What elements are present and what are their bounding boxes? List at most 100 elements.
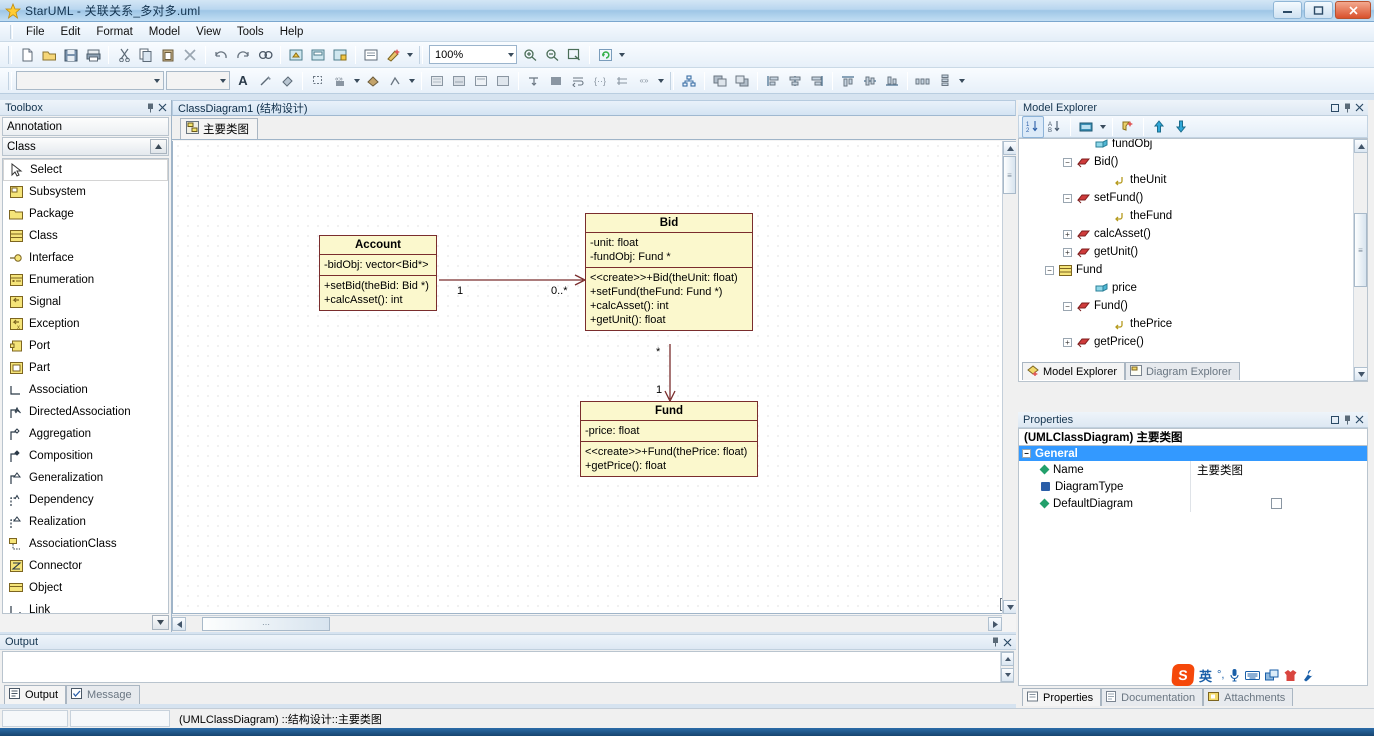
close-icon[interactable]: [156, 102, 168, 114]
scroll-up-icon[interactable]: [150, 139, 167, 154]
tree-node[interactable]: −Fund: [1019, 261, 1353, 279]
menu-item-file[interactable]: File: [18, 24, 53, 40]
bring-to-front-icon[interactable]: [709, 70, 731, 92]
space-vertically-icon[interactable]: [934, 70, 956, 92]
output-text-area[interactable]: [2, 651, 1014, 683]
font-color-icon[interactable]: A: [232, 70, 254, 92]
properties-group-general[interactable]: − General: [1019, 446, 1367, 461]
collapse-icon[interactable]: −: [1063, 302, 1072, 311]
toolbox-item-list[interactable]: SelectSubsystemPackageClassInterfaceEnum…: [2, 158, 169, 614]
tree-node[interactable]: −Bid(): [1019, 153, 1353, 171]
toolbox-item-port[interactable]: Port: [3, 335, 168, 357]
uml-class-bid[interactable]: Bid -unit: float -fundObj: Fund * <<crea…: [585, 213, 753, 331]
scroll-down-icon[interactable]: [1003, 600, 1017, 614]
expand-icon[interactable]: +: [1063, 248, 1072, 257]
toolbox-item-part[interactable]: Part: [3, 357, 168, 379]
sort-by-name-icon[interactable]: AB: [1044, 116, 1066, 138]
menu-item-help[interactable]: Help: [272, 24, 312, 40]
toolbox-item-class[interactable]: Class: [3, 225, 168, 247]
tree-node[interactable]: theFund: [1019, 207, 1353, 225]
pin-icon[interactable]: [1341, 102, 1353, 114]
line-style-icon[interactable]: [254, 70, 276, 92]
ime-settings-icon[interactable]: [1302, 669, 1315, 682]
collapse-icon[interactable]: −: [1063, 158, 1072, 167]
move-up-icon[interactable]: [1148, 116, 1170, 138]
filter-icon[interactable]: [1117, 116, 1139, 138]
maximize-button[interactable]: [1304, 1, 1333, 19]
tab-documentation[interactable]: Documentation: [1101, 688, 1203, 706]
menu-item-format[interactable]: Format: [88, 24, 140, 40]
show-options-dropdown-icon[interactable]: [655, 70, 666, 92]
diagram-lock-icon[interactable]: [329, 44, 351, 66]
tab-message[interactable]: Message: [66, 685, 140, 704]
redo-icon[interactable]: [232, 44, 254, 66]
show-parameter-icon[interactable]: [611, 70, 633, 92]
ime-voice-icon[interactable]: [1229, 668, 1240, 682]
align-left-icon[interactable]: [762, 70, 784, 92]
tree-node[interactable]: −setFund(): [1019, 189, 1353, 207]
tree-node[interactable]: thePrice: [1019, 315, 1353, 333]
properties-grid[interactable]: − General Name 主要类图 DiagramType: [1018, 445, 1368, 686]
view-mode-icon[interactable]: [1075, 116, 1097, 138]
autoresize-icon[interactable]: [307, 70, 329, 92]
view-mode-dropdown-icon[interactable]: [1097, 116, 1108, 138]
scroll-down-icon[interactable]: [152, 615, 169, 630]
line-arrange-dropdown-icon[interactable]: [406, 70, 417, 92]
canvas-vertical-scrollbar[interactable]: ≡: [1002, 141, 1016, 614]
suppress-attributes-icon[interactable]: [426, 70, 448, 92]
tree-vertical-scrollbar[interactable]: ≡: [1353, 139, 1367, 381]
font-family-combo[interactable]: [16, 71, 164, 90]
validate-icon[interactable]: [382, 44, 404, 66]
paste-icon[interactable]: [157, 44, 179, 66]
layout-diagram-icon[interactable]: [678, 70, 700, 92]
minimize-button[interactable]: [1273, 1, 1302, 19]
zoom-combo[interactable]: 100%: [429, 45, 517, 64]
show-compartment-icon[interactable]: [545, 70, 567, 92]
model-add-icon[interactable]: [285, 44, 307, 66]
align-top-icon[interactable]: [837, 70, 859, 92]
toolbox-item-generalization[interactable]: Generalization: [3, 467, 168, 489]
show-visibility-icon[interactable]: [470, 70, 492, 92]
ime-punctuation-icon[interactable]: °,: [1217, 669, 1224, 681]
diagram-canvas[interactable]: 1 0..* * 1 Account -bidObj: vector<Bid*>…: [172, 141, 1016, 614]
ime-skin-icon[interactable]: [1284, 669, 1297, 682]
horizontal-scroll-thumb[interactable]: ⋯: [202, 617, 330, 631]
tab-attachments[interactable]: Attachments: [1203, 688, 1293, 706]
toolbox-item-exception[interactable]: xException: [3, 313, 168, 335]
toolbox-item-select[interactable]: Select: [3, 159, 168, 181]
font-size-combo[interactable]: [166, 71, 230, 90]
align-right-icon[interactable]: [806, 70, 828, 92]
delete-icon[interactable]: [179, 44, 201, 66]
default-diagram-checkbox[interactable]: [1271, 498, 1282, 509]
scroll-up-icon[interactable]: [1001, 652, 1014, 666]
tab-model-explorer[interactable]: Model Explorer: [1022, 362, 1125, 380]
scroll-up-icon[interactable]: [1003, 141, 1017, 155]
toolbox-item-signal[interactable]: Signal: [3, 291, 168, 313]
diagram-add-icon[interactable]: [307, 44, 329, 66]
close-button[interactable]: [1335, 1, 1371, 19]
collapse-icon[interactable]: −: [1063, 194, 1072, 203]
stereotype-dropdown-icon[interactable]: [351, 70, 362, 92]
toolbox-item-enumeration[interactable]: Enumeration: [3, 269, 168, 291]
vertical-scroll-thumb[interactable]: ≡: [1003, 156, 1016, 194]
scroll-up-icon[interactable]: [1354, 139, 1368, 153]
scroll-left-icon[interactable]: [172, 617, 186, 631]
canvas-horizontal-scrollbar[interactable]: ⋯: [172, 615, 1002, 632]
toolbox-group-class[interactable]: Class: [2, 137, 169, 156]
toolbox-item-link[interactable]: Link: [3, 599, 168, 614]
toolbox-item-subsystem[interactable]: Subsystem: [3, 181, 168, 203]
expand-icon[interactable]: +: [1063, 338, 1072, 347]
toolbox-item-composition[interactable]: Composition: [3, 445, 168, 467]
tree-node[interactable]: −Fund(): [1019, 297, 1353, 315]
toolbox-item-package[interactable]: Package: [3, 203, 168, 225]
scroll-right-icon[interactable]: [988, 617, 1002, 631]
toolbox-group-annotation[interactable]: Annotation: [2, 117, 169, 136]
show-namespace-icon[interactable]: [492, 70, 514, 92]
stereotype-display-icon[interactable]: «»: [329, 70, 351, 92]
property-value[interactable]: 主要类图: [1191, 462, 1367, 478]
toolbox-item-realization[interactable]: Realization: [3, 511, 168, 533]
zoom-fit-icon[interactable]: [563, 44, 585, 66]
fill-color-icon[interactable]: [276, 70, 298, 92]
find-icon[interactable]: [254, 44, 276, 66]
toolbar-overflow-icon[interactable]: [404, 44, 415, 66]
